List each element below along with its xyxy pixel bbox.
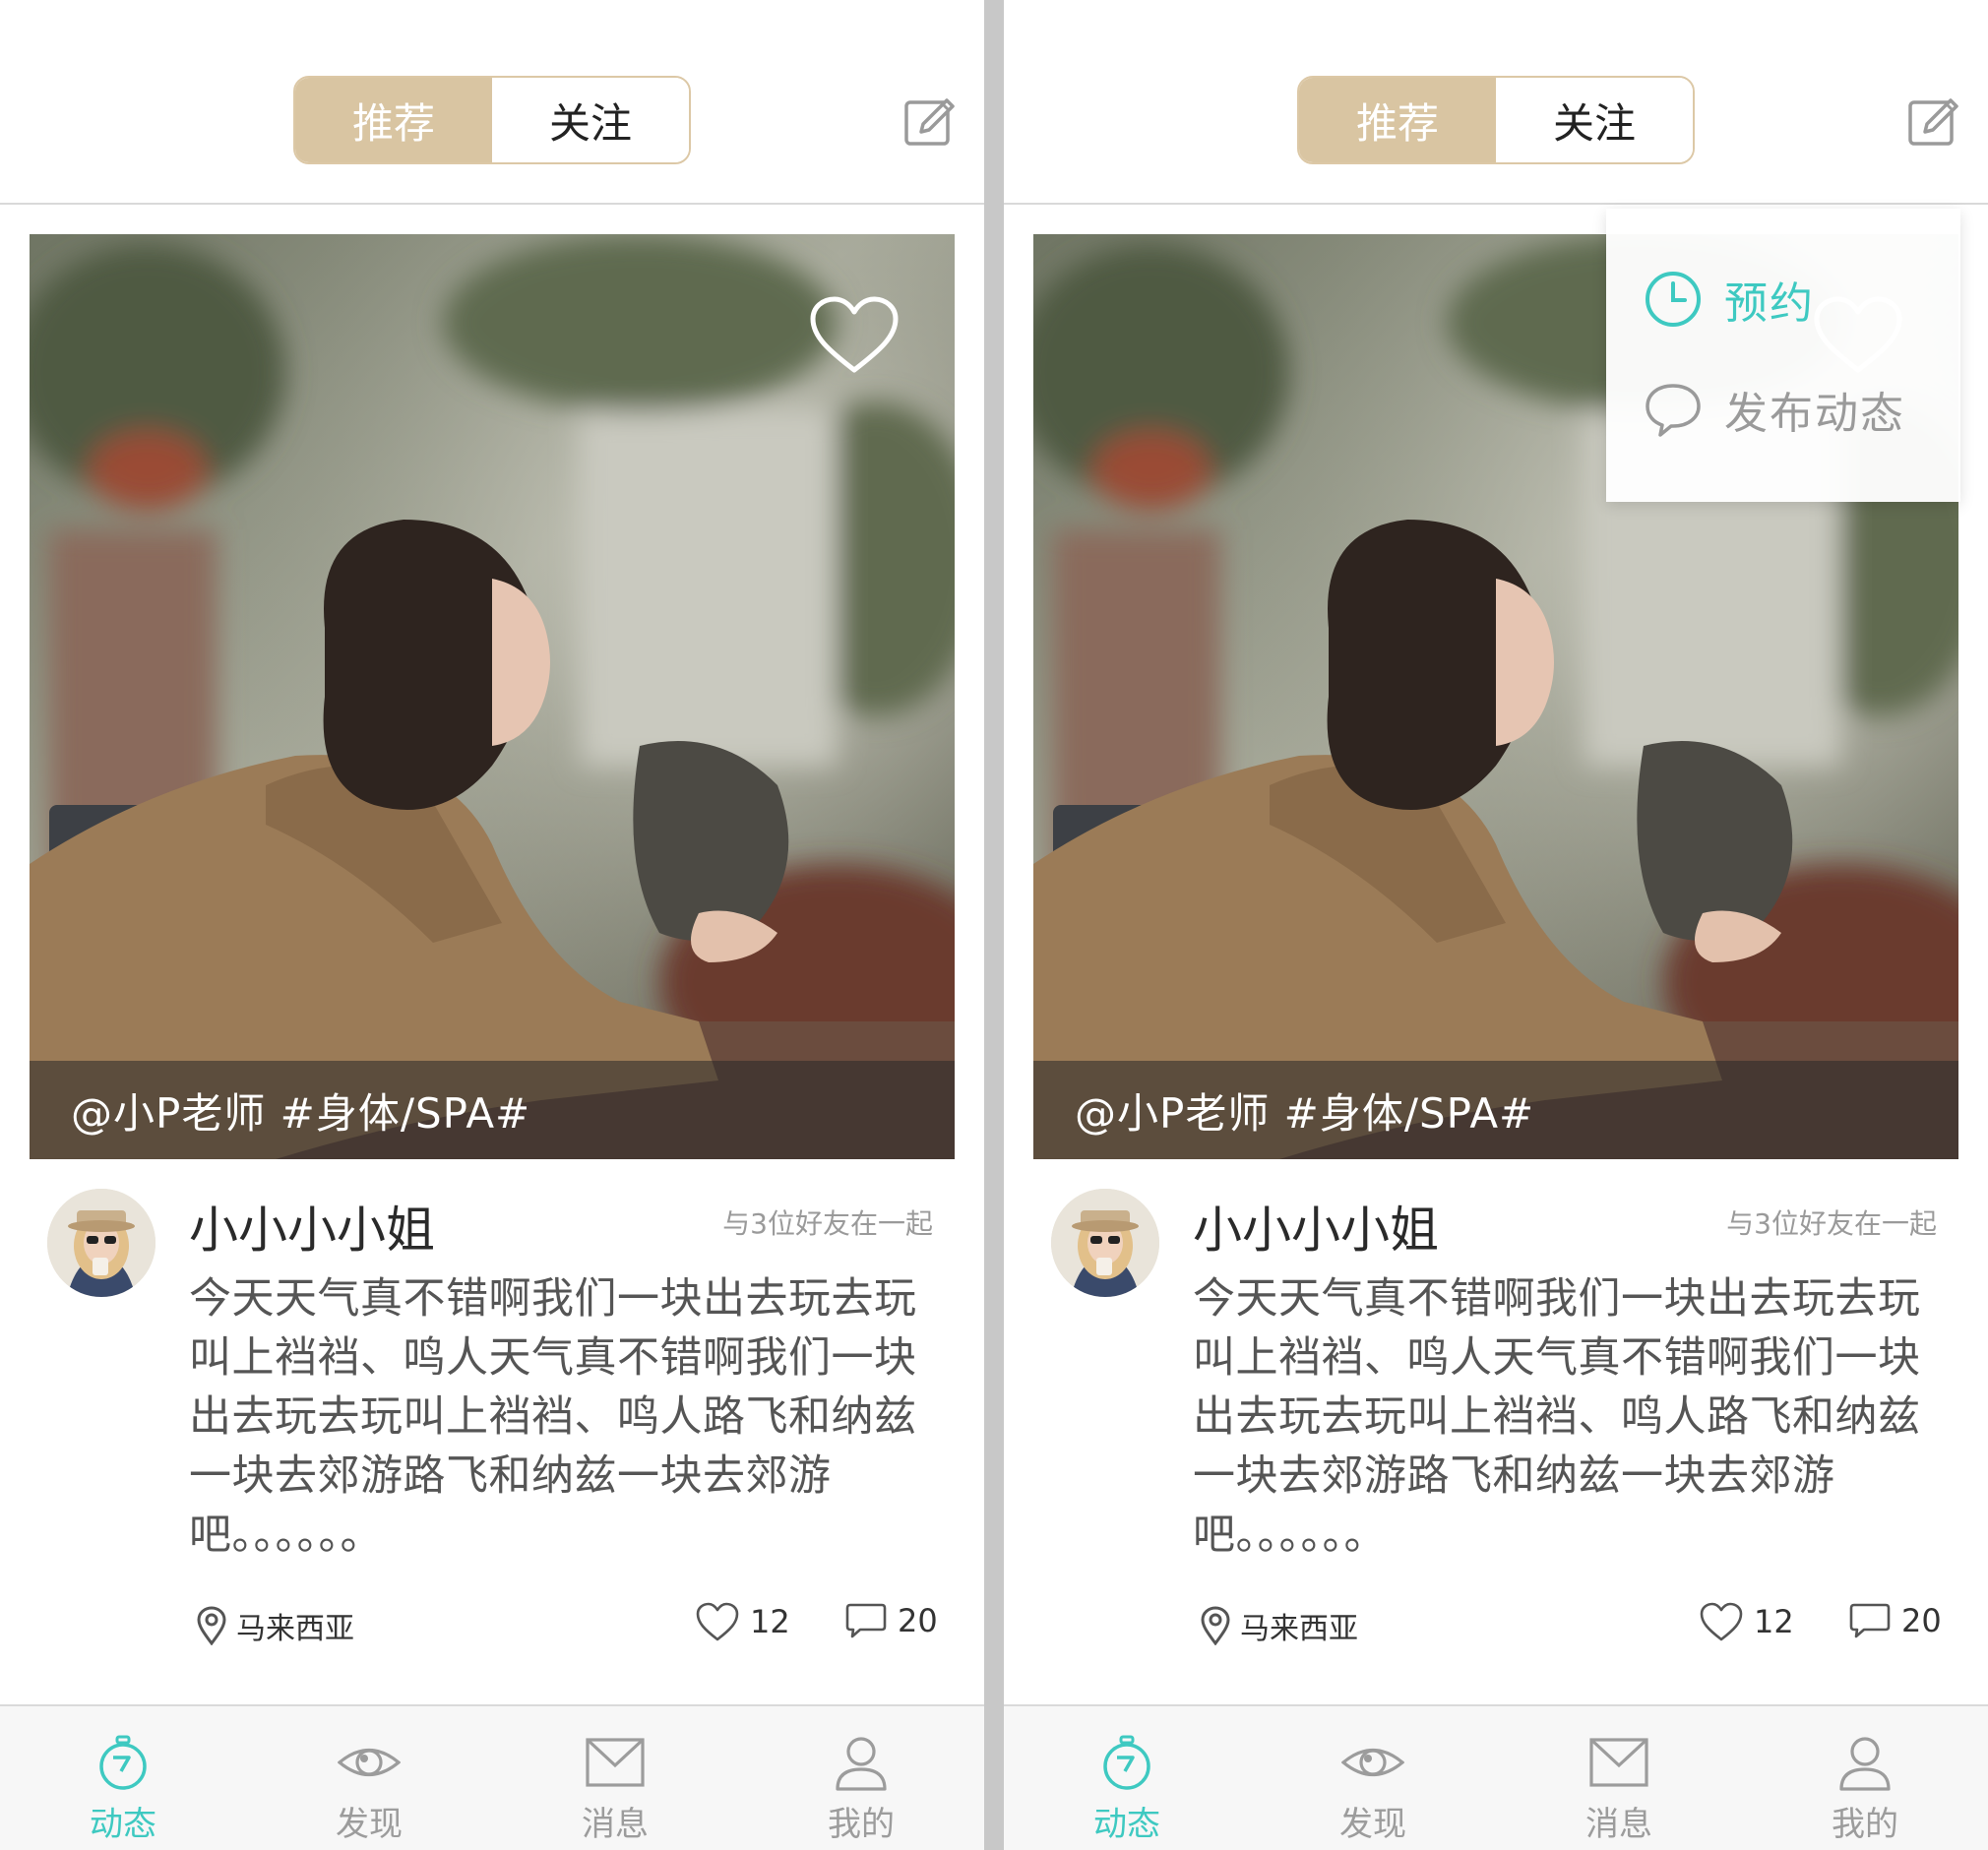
heart-outline-icon xyxy=(696,1602,739,1641)
tab-messages-label: 消息 xyxy=(582,1805,649,1844)
photo-caption[interactable]: @小P老师 #身体/SPA# xyxy=(71,1080,530,1141)
stopwatch-icon xyxy=(99,1735,147,1790)
photo-caption[interactable]: @小P老师 #身体/SPA# xyxy=(1075,1080,1534,1141)
tab-dynamic[interactable]: 动态 xyxy=(0,1706,246,1850)
photo-caption-bar: @小P老师 #身体/SPA# xyxy=(1033,1061,1958,1159)
post-content: 今天天气真不错啊我们一块出去玩去玩叫上裆裆、鸣人天气真不错啊我们一块出去玩去玩叫… xyxy=(189,1274,917,1560)
tab-messages[interactable]: 消息 xyxy=(1496,1706,1742,1850)
heart-outline-icon xyxy=(1700,1602,1743,1641)
edit-icon[interactable] xyxy=(1907,94,1960,148)
tab-dynamic-label: 动态 xyxy=(90,1805,156,1844)
person-icon xyxy=(836,1737,887,1791)
comment-count-value: 20 xyxy=(898,1602,938,1639)
post-photo[interactable]: @小P老师 #身体/SPA# xyxy=(30,234,955,1159)
menu-item-publish-label: 发布动态 xyxy=(1724,389,1905,439)
tab-follow[interactable]: 关注 xyxy=(1496,78,1693,162)
like-count[interactable]: 12 xyxy=(695,1601,790,1642)
tab-messages-label: 消息 xyxy=(1585,1805,1652,1844)
feed-segment-control: 推荐 关注 xyxy=(1297,76,1695,164)
tab-dynamic-label: 动态 xyxy=(1093,1805,1160,1844)
tab-dynamic[interactable]: 动态 xyxy=(1004,1706,1250,1850)
avatar-image xyxy=(1051,1189,1159,1297)
location-pin-icon xyxy=(1201,1606,1230,1645)
location-pin-icon xyxy=(197,1606,226,1645)
envelope-icon xyxy=(1589,1738,1648,1787)
like-count-value: 12 xyxy=(1754,1603,1794,1640)
tab-recommend[interactable]: 推荐 xyxy=(1299,78,1496,162)
tab-follow[interactable]: 关注 xyxy=(492,78,689,162)
tab-mine-label: 我的 xyxy=(828,1805,895,1844)
tab-recommend[interactable]: 推荐 xyxy=(295,78,492,162)
avatar[interactable] xyxy=(47,1189,155,1297)
comment-count-value: 20 xyxy=(1901,1602,1942,1639)
phone-screen-feed-with-menu: 推荐 关注 @小P老师 #身体/SPA# 预约 发布动态 小小小小姐 与3位好友… xyxy=(1004,0,1988,1850)
tab-mine[interactable]: 我的 xyxy=(1742,1706,1988,1850)
avatar[interactable] xyxy=(1051,1189,1159,1297)
with-friends-label[interactable]: 与3位好友在一起 xyxy=(722,1202,933,1242)
location-label: 马来西亚 xyxy=(1240,1612,1358,1646)
menu-item-publish[interactable]: 发布动态 xyxy=(1644,378,1905,441)
tab-discover-label: 发现 xyxy=(336,1805,403,1844)
username[interactable]: 小小小小姐 xyxy=(1193,1191,1439,1262)
username[interactable]: 小小小小姐 xyxy=(189,1191,435,1262)
tab-discover[interactable]: 发现 xyxy=(1250,1706,1496,1850)
phone-screen-feed: 推荐 关注 @小P老师 #身体/SPA# 小小小小姐 与3位好友在一起 今天天气… xyxy=(0,0,984,1850)
bottom-tab-bar: 动态 发现 消息 我的 xyxy=(0,1704,984,1850)
comment-icon xyxy=(845,1603,887,1638)
tab-discover[interactable]: 发现 xyxy=(246,1706,492,1850)
comment-count[interactable]: 20 xyxy=(844,1601,938,1640)
menu-item-booking[interactable]: 预约 xyxy=(1644,268,1815,331)
comment-icon xyxy=(1849,1603,1891,1638)
tab-messages[interactable]: 消息 xyxy=(492,1706,738,1850)
location-label: 马来西亚 xyxy=(236,1612,354,1646)
menu-item-booking-label: 预约 xyxy=(1724,278,1815,329)
edit-icon[interactable] xyxy=(903,94,957,148)
eye-icon xyxy=(338,1749,401,1776)
stopwatch-icon xyxy=(1103,1735,1150,1790)
heart-icon[interactable] xyxy=(809,295,900,376)
bottom-tab-bar: 动态 发现 消息 我的 xyxy=(1004,1704,1988,1850)
envelope-icon xyxy=(586,1738,645,1787)
eye-icon xyxy=(1341,1749,1404,1776)
location[interactable]: 马来西亚 xyxy=(1199,1604,1358,1647)
post-content: 今天天气真不错啊我们一块出去玩去玩叫上裆裆、鸣人天气真不错啊我们一块出去玩去玩叫… xyxy=(1193,1274,1921,1560)
location[interactable]: 马来西亚 xyxy=(195,1604,354,1647)
with-friends-label[interactable]: 与3位好友在一起 xyxy=(1726,1202,1937,1242)
clock-icon xyxy=(1646,272,1701,327)
comment-count[interactable]: 20 xyxy=(1848,1601,1942,1640)
top-header: 推荐 关注 xyxy=(1004,0,1988,205)
top-header: 推荐 关注 xyxy=(0,0,984,205)
edit-dropdown-menu: 预约 发布动态 xyxy=(1606,209,1960,502)
like-count-value: 12 xyxy=(750,1603,790,1640)
tab-mine[interactable]: 我的 xyxy=(738,1706,984,1850)
feed-segment-control: 推荐 关注 xyxy=(293,76,691,164)
speech-bubble-icon xyxy=(1646,384,1701,437)
like-count[interactable]: 12 xyxy=(1699,1601,1794,1642)
tab-mine-label: 我的 xyxy=(1832,1805,1898,1844)
avatar-image xyxy=(47,1189,155,1297)
person-icon xyxy=(1839,1737,1891,1791)
photo-caption-bar: @小P老师 #身体/SPA# xyxy=(30,1061,955,1159)
tab-discover-label: 发现 xyxy=(1339,1805,1406,1844)
